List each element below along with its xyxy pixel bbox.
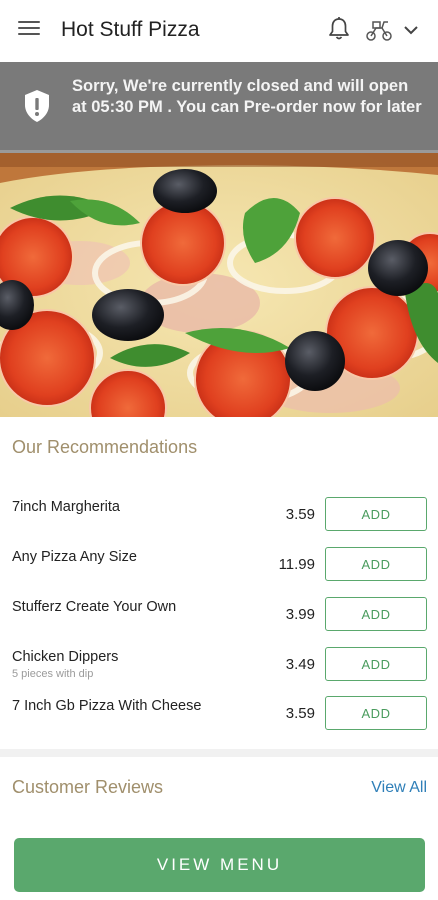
add-button[interactable]: ADD [325,647,427,681]
item-price: 3.59 [285,705,315,722]
item-price: 11.99 [278,556,315,573]
add-button[interactable]: ADD [325,547,427,581]
item-name: Any Pizza Any Size [12,549,137,565]
list-item: 7inch Margherita 3.59 ADD [0,497,438,549]
item-name: Stufferz Create Your Own [12,599,177,615]
add-button[interactable]: ADD [325,597,427,631]
chevron-down-icon[interactable] [403,23,419,37]
list-item: 7 Inch Gb Pizza With Cheese 3.59 ADD [0,696,438,748]
list-item: Stufferz Create Your Own 3.99 ADD [0,597,438,649]
list-item: Chicken Dippers 5 pieces with dip 3.49 A… [0,647,438,699]
add-button[interactable]: ADD [325,696,427,730]
list-item: Any Pizza Any Size 11.99 ADD [0,547,438,599]
item-price: 3.99 [285,606,315,623]
item-name: 7inch Margherita [12,499,120,515]
reviews-title: Customer Reviews [12,777,164,797]
recommendations-title: Our Recommendations [12,437,198,457]
item-name: 7 Inch Gb Pizza With Cheese [12,698,202,714]
item-price: 3.59 [285,506,315,523]
page-title: Hot Stuff Pizza [61,18,200,41]
closed-message: Sorry, We're currently closed and will o… [72,77,422,116]
shield-exclamation-icon [25,90,49,122]
bell-icon[interactable] [327,16,351,42]
delivery-scooter-icon[interactable] [364,18,394,42]
item-description: 5 pieces with dip [12,668,94,680]
section-divider [0,749,438,757]
hamburger-menu-icon[interactable] [18,21,40,39]
app-header: Hot Stuff Pizza [0,0,438,62]
view-all-link[interactable]: View All [371,779,427,797]
item-name: Chicken Dippers [12,649,119,665]
closed-banner: Sorry, We're currently closed and will o… [0,62,438,153]
view-menu-button[interactable]: VIEW MENU [14,838,425,892]
item-price: 3.49 [285,656,315,673]
hero-pizza-image [0,153,438,417]
add-button[interactable]: ADD [325,497,427,531]
